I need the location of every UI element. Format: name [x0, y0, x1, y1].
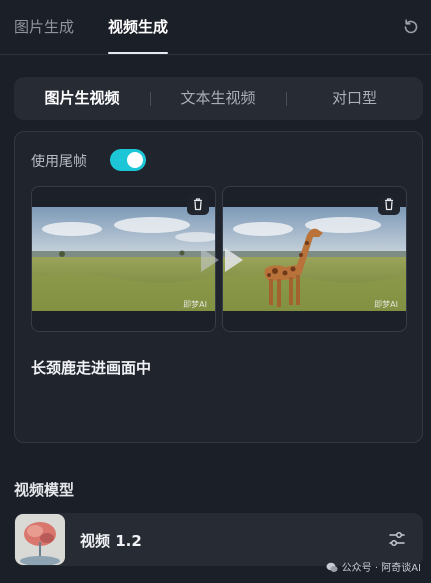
toggle-knob — [127, 152, 143, 168]
account-watermark: 公众号 · 阿奇谈AI — [326, 559, 421, 574]
savanna-landscape-image — [32, 207, 215, 311]
tab-text-to-video[interactable]: 文本生视频 — [150, 77, 286, 120]
tab-image-generation[interactable]: 图片生成 — [14, 16, 74, 54]
trash-icon[interactable] — [187, 193, 209, 215]
ai-watermark-logo: 即梦AI — [183, 300, 207, 309]
trash-icon[interactable] — [378, 193, 400, 215]
tab-lip-sync[interactable]: 对口型 — [286, 77, 423, 120]
top-tab-bar: 图片生成 视频生成 — [0, 0, 431, 55]
first-frame-image[interactable]: 即梦AI — [31, 186, 216, 332]
tab-video-generation[interactable]: 视频生成 — [108, 16, 169, 54]
prompt-card: 使用尾帧 即梦AI 即梦AI 长颈鹿走进画面中 — [14, 131, 423, 443]
model-thumbnail-image — [15, 514, 65, 565]
watermark-text: 公众号 · 阿奇谈AI — [341, 563, 421, 574]
wechat-icon — [326, 562, 338, 572]
tab-image-to-video[interactable]: 图片生视频 — [14, 77, 150, 120]
play-icon — [201, 248, 243, 272]
settings-sliders-icon[interactable] — [387, 529, 407, 549]
video-model-heading: 视频模型 — [14, 481, 75, 499]
prompt-text[interactable]: 长颈鹿走进画面中 — [31, 357, 151, 378]
tail-frame-toggle[interactable] — [110, 149, 146, 171]
ai-watermark-logo: 即梦AI — [374, 300, 398, 309]
tail-frame-label: 使用尾帧 — [31, 154, 87, 170]
mode-segmented-control: 图片生视频 文本生视频 对口型 — [14, 77, 423, 120]
refresh-icon[interactable] — [401, 17, 421, 37]
model-name: 视频 1.2 — [80, 532, 142, 550]
